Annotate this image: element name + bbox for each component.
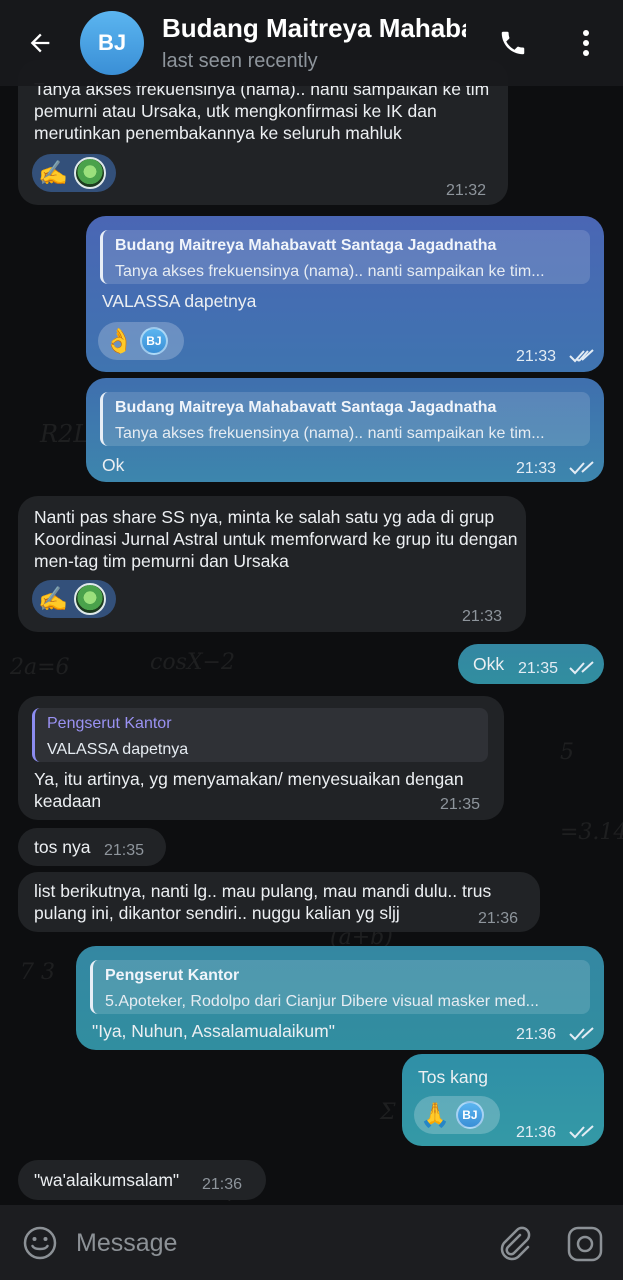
message-text: Ya, itu artinya, yg menyamakan/ menyesua… [34, 769, 464, 811]
message-outgoing[interactable]: Budang Maitreya Mahabavatt Santaga Jagad… [86, 378, 604, 482]
avatar[interactable]: BJ [80, 11, 144, 75]
reaction-avatar: BJ [139, 327, 168, 355]
reply-quote[interactable]: Pengserut Kantor VALASSA dapetnya [32, 708, 488, 762]
chat-status: last seen recently [162, 50, 318, 72]
message-time: 21:36 [478, 910, 519, 927]
more-options-button[interactable] [566, 18, 606, 68]
message-time: 21:35 [440, 796, 481, 813]
message-outgoing[interactable]: Pengserut Kantor 5.Apoteker, Rodolpo dar… [76, 946, 604, 1050]
arrow-left-icon [30, 33, 50, 53]
reply-quote[interactable]: Budang Maitreya Mahabavatt Santaga Jagad… [100, 230, 590, 284]
ok-hand-emoji: 👌 [104, 327, 134, 355]
camera-icon[interactable] [566, 1225, 604, 1263]
message-text: "Iya, Nuhun, Assalamualaikum" [92, 1021, 335, 1041]
reply-quote[interactable]: Budang Maitreya Mahabavatt Santaga Jagad… [100, 392, 590, 446]
reply-text: Tanya akses frekuensinya (nama).. nanti … [115, 263, 545, 280]
call-button[interactable] [488, 18, 538, 68]
more-vertical-icon [583, 30, 589, 56]
message-composer [0, 1205, 623, 1280]
message-text: VALASSA dapetnya [102, 291, 257, 311]
message-text: Okk [473, 654, 505, 674]
reply-text: 5.Apoteker, Rodolpo dari Cianjur Dibere … [105, 993, 539, 1010]
chat-title-block[interactable]: Budang Maitreya Mahabavatt Santaga Jagad… [162, 13, 466, 73]
phone-icon [501, 31, 525, 55]
message-text: Nanti pas share SS nya, minta ke salah s… [34, 507, 518, 571]
reply-sender: Pengserut Kantor [105, 967, 240, 984]
reaction-chip[interactable]: ✍️ [32, 580, 116, 618]
alien-avatar-icon [73, 583, 106, 615]
message-time: 21:35 [104, 842, 145, 859]
message-input[interactable] [76, 1223, 456, 1263]
reaction-chip[interactable]: ✍️ [32, 154, 116, 192]
paperclip-icon[interactable] [496, 1225, 532, 1261]
message-text: Tanya akses frekuensinya (nama).. nanti … [34, 79, 490, 143]
message-outgoing[interactable]: Tos kang 🙏 BJ 21:36 [402, 1054, 604, 1146]
reaction-chip[interactable]: 👌 BJ [98, 322, 184, 360]
message-incoming[interactable]: Pengserut Kantor VALASSA dapetnya Ya, it… [18, 696, 504, 820]
message-incoming[interactable]: "wa'alaikumsalam" 21:36 [18, 1160, 266, 1200]
message-text: list berikutnya, nanti lg.. mau pulang, … [34, 881, 492, 923]
reply-quote[interactable]: Pengserut Kantor 5.Apoteker, Rodolpo dar… [90, 960, 590, 1014]
message-outgoing[interactable]: Okk 21:35 [458, 644, 604, 684]
message-time: 21:33 [462, 608, 503, 625]
chat-header: BJ Budang Maitreya Mahabavatt Santaga Ja… [0, 0, 623, 86]
message-time: 21:35 [518, 660, 559, 677]
message-text: "wa'alaikumsalam" [34, 1170, 180, 1190]
writing-hand-emoji: ✍️ [38, 159, 68, 187]
message-time: 21:36 [202, 1176, 243, 1193]
reply-sender: Budang Maitreya Mahabavatt Santaga Jagad… [115, 237, 497, 254]
writing-hand-emoji: ✍️ [38, 585, 68, 613]
reply-text: VALASSA dapetnya [47, 741, 189, 758]
message-text: Ok [102, 455, 125, 475]
message-incoming[interactable]: tos nya 21:35 [18, 828, 166, 866]
message-text: tos nya [34, 837, 91, 857]
reply-sender: Budang Maitreya Mahabavatt Santaga Jagad… [115, 399, 497, 416]
double-check-icon [569, 1125, 594, 1139]
message-time: 21:36 [516, 1124, 557, 1141]
double-check-icon [569, 349, 594, 363]
double-check-icon [569, 1027, 594, 1041]
message-time: 21:33 [516, 348, 557, 365]
message-text: Tos kang [418, 1067, 489, 1087]
reply-text: Tanya akses frekuensinya (nama).. nanti … [115, 425, 545, 442]
message-incoming[interactable]: Nanti pas share SS nya, minta ke salah s… [18, 496, 526, 632]
message-time: 21:36 [516, 1026, 557, 1043]
reaction-chip[interactable]: 🙏 BJ [414, 1096, 500, 1134]
message-incoming[interactable]: list berikutnya, nanti lg.. mau pulang, … [18, 872, 540, 932]
double-check-icon [569, 461, 594, 475]
back-button[interactable] [0, 0, 80, 86]
alien-avatar-icon [73, 157, 106, 189]
smiley-icon[interactable] [22, 1225, 58, 1261]
chat-title: Budang Maitreya Mahabavatt Santaga Jagad… [162, 13, 466, 43]
double-check-icon [569, 661, 594, 675]
message-time: 21:32 [446, 182, 487, 199]
reply-sender: Pengserut Kantor [47, 715, 172, 732]
message-time: 21:33 [516, 460, 557, 477]
message-outgoing[interactable]: Budang Maitreya Mahabavatt Santaga Jagad… [86, 216, 604, 372]
folded-hands-emoji: 🙏 [420, 1101, 450, 1129]
reaction-avatar: BJ [455, 1101, 484, 1129]
